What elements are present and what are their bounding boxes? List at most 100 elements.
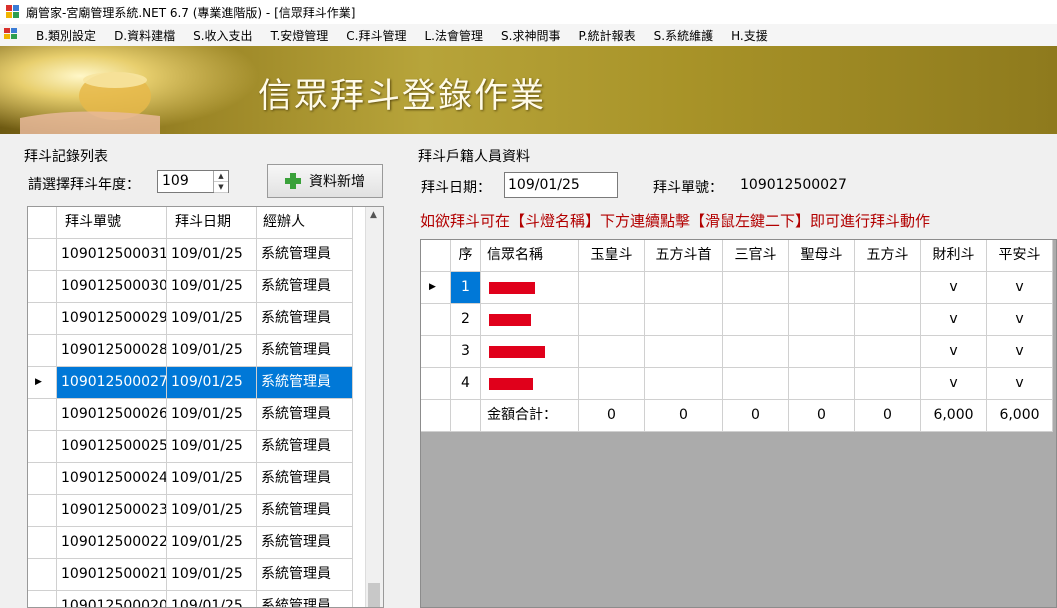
cell-lamp[interactable]: v: [987, 304, 1053, 336]
cell-order-no[interactable]: 109012500022: [57, 527, 167, 559]
cell-lamp[interactable]: [579, 272, 645, 304]
table-row[interactable]: 109012500020 109/01/25 系統管理員: [28, 591, 368, 607]
col-header[interactable]: 平安斗: [987, 240, 1053, 272]
cell-date[interactable]: 109/01/25: [167, 463, 257, 495]
cell-date[interactable]: 109/01/25: [167, 495, 257, 527]
cell-lamp[interactable]: [579, 336, 645, 368]
cell-handler[interactable]: 系統管理員: [257, 463, 353, 495]
cell-handler[interactable]: 系統管理員: [257, 239, 353, 271]
table-row[interactable]: 109012500030 109/01/25 系統管理員: [28, 271, 368, 303]
menu-icon[interactable]: [0, 27, 27, 43]
row-header[interactable]: [28, 399, 57, 431]
cell-lamp[interactable]: [855, 304, 921, 336]
row-header[interactable]: [28, 463, 57, 495]
table-row[interactable]: 109012500025 109/01/25 系統管理員: [28, 431, 368, 463]
vertical-scrollbar[interactable]: ▲: [365, 207, 383, 607]
row-header[interactable]: [421, 368, 451, 400]
cell-lamp[interactable]: [789, 368, 855, 400]
cell-lamp[interactable]: [579, 304, 645, 336]
cell-date[interactable]: 109/01/25: [167, 271, 257, 303]
cell-seq[interactable]: 3: [451, 336, 481, 368]
cell-lamp[interactable]: [789, 272, 855, 304]
table-row[interactable]: 109012500028 109/01/25 系統管理員: [28, 335, 368, 367]
year-spinner[interactable]: ▲ ▼: [213, 171, 228, 193]
cell-handler[interactable]: 系統管理員: [257, 591, 353, 607]
cell-seq[interactable]: 1: [451, 272, 481, 304]
table-row[interactable]: 109012500024 109/01/25 系統管理員: [28, 463, 368, 495]
cell-date[interactable]: 109/01/25: [167, 367, 257, 399]
cell-lamp[interactable]: [645, 368, 723, 400]
table-row[interactable]: 109012500023 109/01/25 系統管理員: [28, 495, 368, 527]
cell-member-name[interactable]: [481, 336, 579, 368]
col-header[interactable]: 序: [451, 240, 481, 272]
row-header[interactable]: [28, 495, 57, 527]
cell-lamp[interactable]: v: [921, 336, 987, 368]
cell-handler[interactable]: 系統管理員: [257, 303, 353, 335]
cell-lamp[interactable]: v: [921, 304, 987, 336]
menu-item-category[interactable]: B.類別設定: [27, 27, 105, 44]
row-header[interactable]: ▶: [28, 367, 57, 399]
date-input[interactable]: 109/01/25: [504, 172, 618, 198]
cell-handler[interactable]: 系統管理員: [257, 367, 353, 399]
cell-order-no[interactable]: 109012500024: [57, 463, 167, 495]
menu-item-ceremony[interactable]: L.法會管理: [416, 27, 493, 44]
cell-order-no[interactable]: 109012500029: [57, 303, 167, 335]
table-row[interactable]: 109012500021 109/01/25 系統管理員: [28, 559, 368, 591]
table-row[interactable]: 109012500026 109/01/25 系統管理員: [28, 399, 368, 431]
cell-date[interactable]: 109/01/25: [167, 527, 257, 559]
row-header[interactable]: [28, 591, 57, 607]
cell-lamp[interactable]: [855, 336, 921, 368]
table-row[interactable]: ▶ 109012500027 109/01/25 系統管理員: [28, 367, 368, 399]
cell-lamp[interactable]: [789, 336, 855, 368]
row-header[interactable]: [28, 527, 57, 559]
row-header[interactable]: [28, 559, 57, 591]
cell-handler[interactable]: 系統管理員: [257, 527, 353, 559]
spin-up-icon[interactable]: ▲: [214, 171, 228, 182]
cell-lamp[interactable]: [723, 304, 789, 336]
cell-lamp[interactable]: v: [987, 272, 1053, 304]
menu-item-income-expense[interactable]: S.收入支出: [184, 27, 261, 44]
col-header[interactable]: 聖母斗: [789, 240, 855, 272]
cell-order-no[interactable]: 109012500027: [57, 367, 167, 399]
cell-order-no[interactable]: 109012500026: [57, 399, 167, 431]
cell-order-no[interactable]: 109012500021: [57, 559, 167, 591]
scroll-thumb[interactable]: [368, 583, 380, 607]
cell-handler[interactable]: 系統管理員: [257, 399, 353, 431]
cell-handler[interactable]: 系統管理員: [257, 335, 353, 367]
cell-lamp[interactable]: v: [987, 368, 1053, 400]
cell-lamp[interactable]: [579, 368, 645, 400]
cell-order-no[interactable]: 109012500020: [57, 591, 167, 607]
menu-item-system[interactable]: S.系統維護: [645, 27, 722, 44]
cell-member-name[interactable]: [481, 272, 579, 304]
cell-date[interactable]: 109/01/25: [167, 559, 257, 591]
cell-date[interactable]: 109/01/25: [167, 335, 257, 367]
col-header-date[interactable]: 拜斗日期: [167, 207, 257, 239]
table-row[interactable]: 109012500031 109/01/25 系統管理員: [28, 239, 368, 271]
cell-lamp[interactable]: [723, 272, 789, 304]
col-header[interactable]: 信眾名稱: [481, 240, 579, 272]
cell-order-no[interactable]: 109012500025: [57, 431, 167, 463]
row-header[interactable]: [28, 335, 57, 367]
cell-lamp[interactable]: [645, 272, 723, 304]
cell-lamp[interactable]: [723, 336, 789, 368]
col-header-no[interactable]: 拜斗單號: [57, 207, 167, 239]
cell-order-no[interactable]: 109012500030: [57, 271, 167, 303]
menu-item-lamp[interactable]: T.安燈管理: [262, 27, 338, 44]
table-row[interactable]: 109012500029 109/01/25 系統管理員: [28, 303, 368, 335]
cell-handler[interactable]: 系統管理員: [257, 495, 353, 527]
cell-date[interactable]: 109/01/25: [167, 591, 257, 607]
cell-order-no[interactable]: 109012500023: [57, 495, 167, 527]
cell-handler[interactable]: 系統管理員: [257, 559, 353, 591]
row-header[interactable]: ▶: [421, 272, 451, 304]
row-header[interactable]: [421, 336, 451, 368]
add-record-button[interactable]: 資料新增: [267, 164, 383, 198]
cell-lamp[interactable]: [645, 304, 723, 336]
col-header[interactable]: 三官斗: [723, 240, 789, 272]
row-header[interactable]: [421, 304, 451, 336]
member-grid[interactable]: 序信眾名稱 玉皇斗 五方斗首 三官斗 聖母斗 五方斗 財利斗 平安斗 ▶ 1 v v 2 v v 3 v v 4 v v…: [420, 239, 1057, 608]
col-header-handler[interactable]: 經辦人: [257, 207, 353, 239]
cell-lamp[interactable]: [855, 368, 921, 400]
table-row[interactable]: 109012500022 109/01/25 系統管理員: [28, 527, 368, 559]
menu-item-data-entry[interactable]: D.資料建檔: [105, 27, 184, 44]
spin-down-icon[interactable]: ▼: [214, 182, 228, 193]
